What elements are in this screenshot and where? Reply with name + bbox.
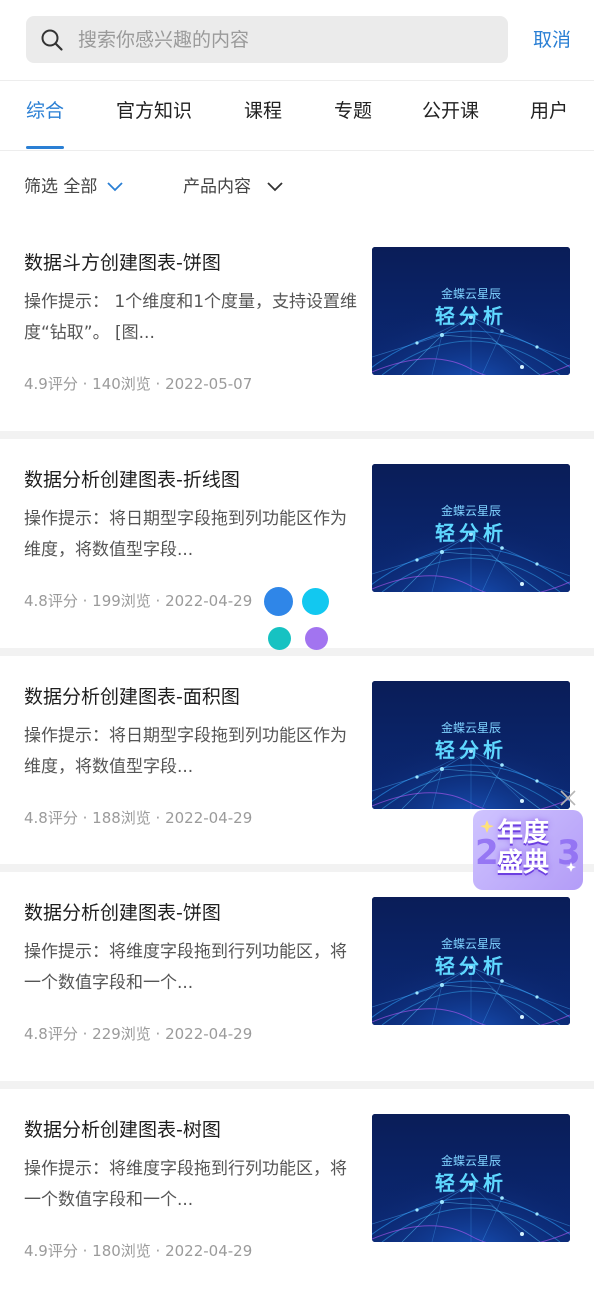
loading-dot-purple [305, 627, 328, 650]
filter-label: 筛选 全部 [24, 177, 98, 197]
item-meta: 4.9评分 · 140浏览 · 2022-05-07 [24, 375, 253, 393]
thumbnail-title: 轻分析 [435, 521, 507, 545]
product-content-dropdown[interactable]: 产品内容 [183, 176, 283, 198]
tab-official-knowledge[interactable]: 官方知识 [116, 99, 192, 123]
item-meta: 4.9评分 · 180浏览 · 2022-04-29 [24, 1242, 253, 1260]
item-description: 操作提示：将日期型字段拖到列功能区作为维度，将数值型字段... [24, 726, 347, 777]
loading-dot-teal [268, 627, 291, 650]
close-icon[interactable] [558, 788, 578, 808]
item-thumbnail: 金蝶云星辰 轻分析 [372, 1114, 570, 1242]
chevron-down-icon [267, 182, 283, 192]
list-item[interactable]: 数据分析创建图表-树图操作提示：将维度字段拖到行列功能区，将一个数值字段和一个.… [0, 1089, 594, 1298]
item-title: 数据斗方创建图表-饼图 [24, 252, 221, 274]
thumbnail-title: 轻分析 [435, 1171, 507, 1195]
chevron-down-icon [107, 182, 124, 192]
loading-dot-blue [264, 587, 293, 616]
thumbnail-brand: 金蝶云星辰 [440, 287, 501, 301]
category-tabs: 综合 官方知识 课程 专题 公开课 用户 [0, 80, 594, 151]
list-separator [0, 431, 594, 439]
annual-event-badge[interactable]: 2 3 年度盛典 [473, 810, 583, 890]
badge-text: 年度盛典 [496, 818, 549, 878]
item-description: 操作提示：将维度字段拖到行列功能区，将一个数值字段和一个... [24, 1159, 347, 1210]
tab-open-courses[interactable]: 公开课 [422, 99, 479, 123]
item-thumbnail: 金蝶云星辰 轻分析 [372, 681, 570, 809]
item-title: 数据分析创建图表-树图 [24, 1119, 221, 1141]
item-thumbnail: 金蝶云星辰 轻分析 [372, 247, 570, 375]
tab-users[interactable]: 用户 [530, 99, 568, 123]
thumbnail-brand: 金蝶云星辰 [440, 721, 501, 735]
filter-bar: 筛选 全部 产品内容 [0, 150, 594, 223]
list-separator [0, 648, 594, 656]
item-description: 操作提示： 1个维度和1个度量，支持设置维度“钻取”。 [图... [24, 292, 358, 343]
list-separator [0, 1081, 594, 1089]
item-description: 操作提示：将维度字段拖到行列功能区，将一个数值字段和一个... [24, 942, 347, 993]
list-item[interactable]: 数据分析创建图表-折线图操作提示：将日期型字段拖到列功能区作为维度，将数值型字段… [0, 439, 594, 648]
product-content-label: 产品内容 [183, 177, 251, 197]
search-header: 搜索你感兴趣的内容 取消 [0, 0, 594, 81]
item-title: 数据分析创建图表-面积图 [24, 686, 240, 708]
cancel-button[interactable]: 取消 [533, 28, 571, 52]
search-input[interactable]: 搜索你感兴趣的内容 [26, 16, 508, 63]
item-description: 操作提示：将日期型字段拖到列功能区作为维度，将数值型字段... [24, 509, 347, 560]
item-meta: 4.8评分 · 188浏览 · 2022-04-29 [24, 809, 253, 827]
tab-topics[interactable]: 专题 [334, 99, 372, 123]
filter-dropdown[interactable]: 筛选 全部 [24, 176, 124, 198]
tab-comprehensive[interactable]: 综合 [26, 99, 64, 123]
thumbnail-title: 轻分析 [435, 304, 507, 328]
item-meta: 4.8评分 · 229浏览 · 2022-04-29 [24, 1025, 253, 1043]
thumbnail-brand: 金蝶云星辰 [440, 937, 501, 951]
item-title: 数据分析创建图表-折线图 [24, 469, 240, 491]
thumbnail-title: 轻分析 [435, 954, 507, 978]
loading-dot-cyan [302, 588, 329, 615]
item-meta: 4.8评分 · 199浏览 · 2022-04-29 [24, 592, 253, 610]
thumbnail-brand: 金蝶云星辰 [440, 504, 501, 518]
thumbnail-title: 轻分析 [435, 738, 507, 762]
list-item[interactable]: 数据分析创建图表-饼图操作提示：将维度字段拖到行列功能区，将一个数值字段和一个.… [0, 872, 594, 1081]
thumbnail-brand: 金蝶云星辰 [440, 1154, 501, 1168]
list-item[interactable]: 数据斗方创建图表-饼图操作提示： 1个维度和1个度量，支持设置维度“钻取”。 [… [0, 222, 594, 431]
search-placeholder: 搜索你感兴趣的内容 [78, 29, 250, 51]
active-tab-indicator [26, 146, 64, 149]
tab-courses[interactable]: 课程 [244, 99, 282, 123]
search-icon [41, 29, 63, 51]
item-thumbnail: 金蝶云星辰 轻分析 [372, 897, 570, 1025]
item-title: 数据分析创建图表-饼图 [24, 902, 221, 924]
item-thumbnail: 金蝶云星辰 轻分析 [372, 464, 570, 592]
